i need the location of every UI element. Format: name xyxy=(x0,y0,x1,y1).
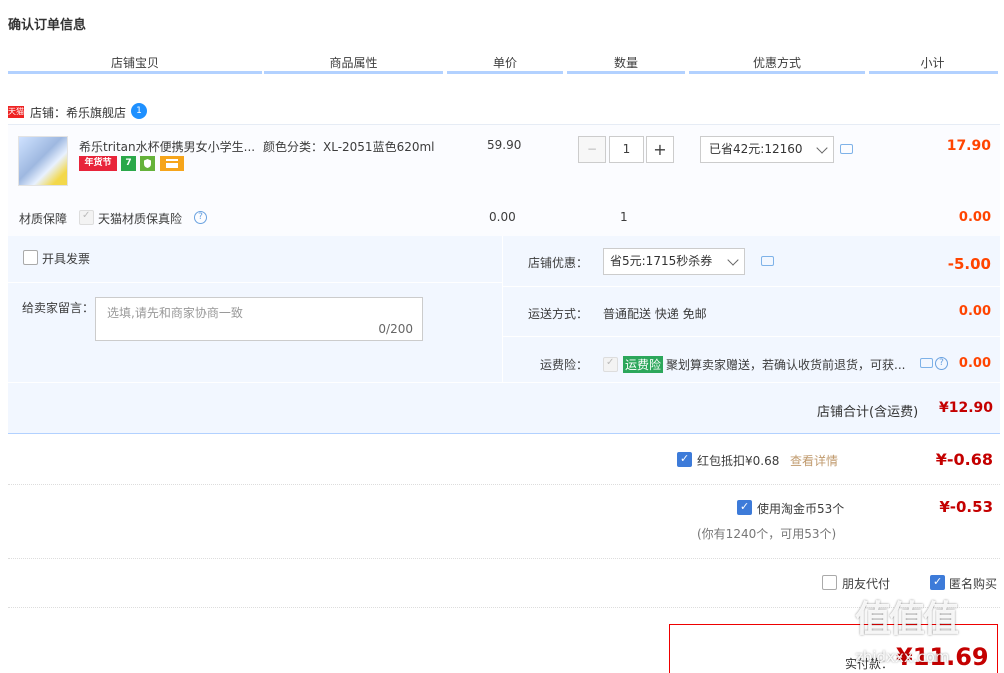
taojinbi-amount: ¥-0.53 xyxy=(939,498,993,516)
header-divider xyxy=(869,71,998,74)
help-icon[interactable]: ? xyxy=(194,211,207,224)
item-sku-attributes: 颜色分类：XL-2051蓝色620ml xyxy=(263,140,435,154)
redpacket-amount: ¥-0.68 xyxy=(935,450,993,469)
material-insurance-checkbox xyxy=(79,210,94,225)
chevron-down-icon xyxy=(816,142,828,154)
freight-insurance-amount: 0.00 xyxy=(958,356,991,371)
item-thumbnail[interactable] xyxy=(18,136,68,186)
header-divider xyxy=(8,71,262,74)
taojinbi-label: 使用淘金币53个 xyxy=(757,502,845,516)
taojinbi-note: (你有1240个，可用53个) xyxy=(697,527,837,541)
header-divider xyxy=(264,71,443,74)
shop-discount-chat-icon[interactable] xyxy=(761,256,774,266)
quantity-decrease-button[interactable]: − xyxy=(578,136,606,163)
shop-discount-value: 省5元:1715秒杀券 xyxy=(610,254,713,268)
tmall-badge-icon: 天猫 xyxy=(8,106,24,118)
store-total-amount: ¥12.90 xyxy=(938,400,993,416)
material-price: 0.00 xyxy=(489,210,516,224)
item-discount-select[interactable]: 已省42元:12160 xyxy=(700,136,834,163)
seller-message-label: 给卖家留言： xyxy=(22,301,95,315)
invoice-label: 开具发票 xyxy=(42,252,91,266)
panel-divider xyxy=(503,286,1000,287)
redpacket-label: 红包抵扣¥0.68 xyxy=(697,454,780,468)
panel-divider xyxy=(503,336,1000,337)
card-icon xyxy=(160,156,184,171)
column-header-subtotal: 小计 xyxy=(920,56,945,70)
panel-divider xyxy=(8,382,1000,383)
redpacket-checkbox[interactable] xyxy=(677,452,692,467)
shipping-method: 普通配送 快递 免邮 xyxy=(603,307,707,321)
watermark-text: zhidxxx.com xyxy=(855,648,950,666)
shop-discount-label: 店铺优惠： xyxy=(528,256,589,270)
item-unit-price: 59.90 xyxy=(487,138,522,152)
column-header-attributes: 商品属性 xyxy=(329,56,378,70)
seller-message-placeholder: 选填,请先和商家协商一致 xyxy=(107,306,243,320)
column-header-quantity: 数量 xyxy=(613,56,638,70)
panel-divider xyxy=(8,282,502,283)
redpacket-details-link[interactable]: 查看详情 xyxy=(790,452,838,469)
help-icon[interactable]: ? xyxy=(935,357,948,370)
section-divider xyxy=(8,558,1000,559)
message-char-counter: 0/200 xyxy=(378,322,413,336)
freight-chat-icon[interactable] xyxy=(920,358,933,368)
material-quantity: 1 xyxy=(620,210,628,224)
freight-insurance-label: 运费险： xyxy=(540,358,589,372)
quantity-input[interactable]: 1 xyxy=(609,136,644,163)
material-insurance-option: 天猫材质保真险 xyxy=(98,212,183,226)
column-header-price: 单价 xyxy=(492,56,517,70)
chevron-down-icon xyxy=(727,254,739,266)
friend-pay-checkbox[interactable] xyxy=(822,575,837,590)
shipping-amount: 0.00 xyxy=(958,304,991,319)
section-divider xyxy=(8,484,1000,485)
item-subtotal: 17.90 xyxy=(946,138,991,154)
header-divider xyxy=(689,71,865,74)
taojinbi-checkbox[interactable] xyxy=(737,500,752,515)
section-divider xyxy=(8,607,1000,608)
shield-icon xyxy=(140,156,155,171)
shipping-label: 运送方式： xyxy=(528,307,589,321)
freight-insurance-badge: 运费险 xyxy=(623,356,664,373)
freight-insurance-checkbox xyxy=(603,357,618,372)
seven-day-return-icon: 7 xyxy=(121,156,136,171)
watermark-logo: 值值值 xyxy=(855,599,959,640)
anonymous-purchase-checkbox[interactable] xyxy=(930,575,945,590)
material-guarantee-label: 材质保障 xyxy=(19,212,68,226)
invoice-checkbox[interactable] xyxy=(23,250,38,265)
store-name-link[interactable]: 店铺：希乐旗舰店 xyxy=(30,104,126,121)
material-subtotal: 0.00 xyxy=(958,210,991,225)
store-total-label: 店铺合计(含运费) xyxy=(817,405,919,420)
header-divider xyxy=(447,71,563,74)
panel-divider xyxy=(502,236,503,382)
wangwang-chat-icon[interactable]: 1 xyxy=(131,103,147,119)
header-divider xyxy=(567,71,685,74)
shop-discount-select[interactable]: 省5元:1715秒杀券 xyxy=(603,248,745,275)
discount-info-chat-icon[interactable] xyxy=(840,144,853,154)
seller-message-textarea[interactable]: 选填,请先和商家协商一致 0/200 xyxy=(95,297,423,341)
item-title-link[interactable]: 希乐tritan水杯便携男女小学生... xyxy=(79,138,259,155)
promo-tag-nianhuojie: 年货节 xyxy=(79,156,117,171)
item-discount-value: 已省42元:12160 xyxy=(709,142,803,156)
shop-discount-amount: -5.00 xyxy=(947,255,991,273)
page-title: 确认订单信息 xyxy=(8,18,87,33)
column-header-item: 店铺宝贝 xyxy=(110,56,159,70)
quantity-increase-button[interactable]: + xyxy=(646,136,674,163)
freight-insurance-text: 聚划算卖家赠送，若确认收货前退货，可获... xyxy=(666,358,906,372)
column-header-discount: 优惠方式 xyxy=(752,56,801,70)
